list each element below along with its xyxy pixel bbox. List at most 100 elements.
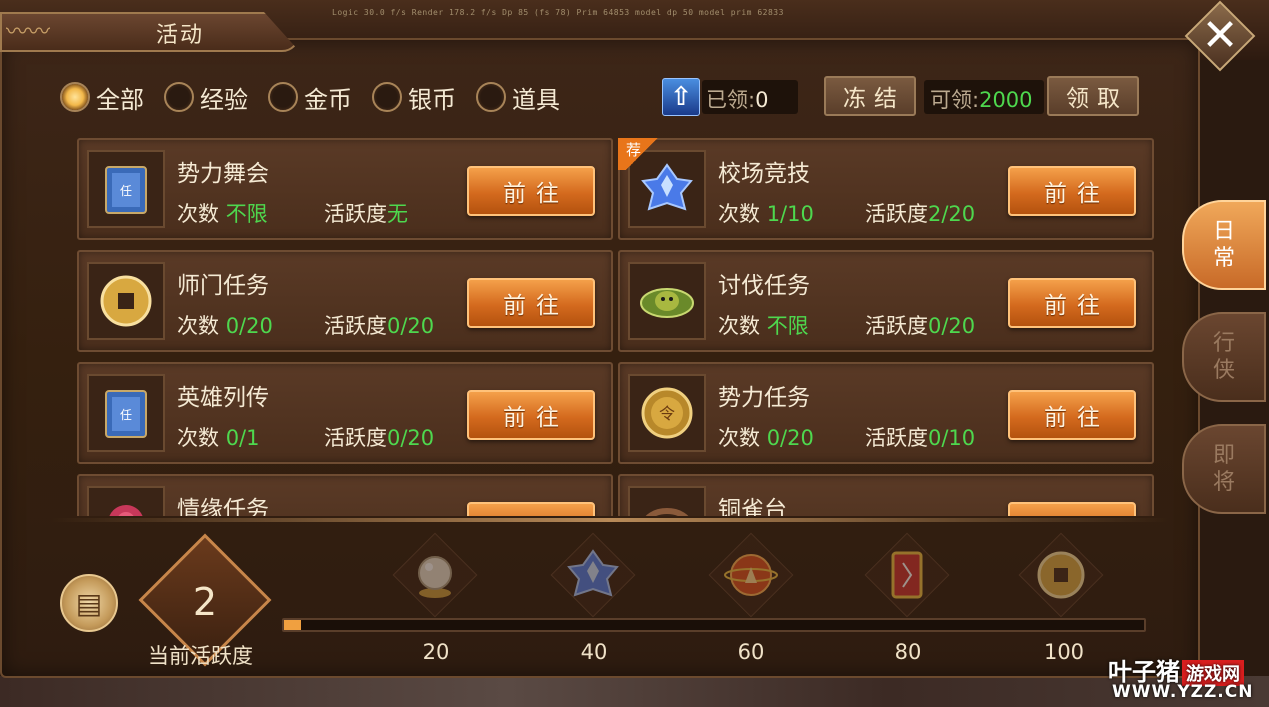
activity-count: 次数 0/20 [718, 422, 814, 452]
act-value: 0/20 [387, 426, 435, 450]
claimable-value: 2000 [979, 88, 1033, 112]
count-label: 次数 [718, 314, 760, 338]
tab-label: 日 [1212, 218, 1235, 244]
received-label: 已领: [706, 88, 756, 112]
tab-label: 将 [1212, 470, 1235, 495]
go-button[interactable]: 前往 [1008, 278, 1136, 328]
activity-activeness: 活跃度0/20 [324, 310, 434, 340]
watermark-url: WWW.YZZ.CN [1112, 682, 1254, 702]
reward-threshold: 100 [1043, 640, 1085, 664]
tab-daily[interactable]: 日 常 [1182, 200, 1266, 290]
dragon-icon [628, 262, 706, 340]
filter-silver[interactable]: 银币 [372, 80, 456, 115]
book-icon: 任 [87, 374, 165, 452]
activity-card: 铜雀台 前往 [618, 474, 1154, 516]
activity-count: 次数 1/10 [718, 198, 814, 228]
filter-label: 金币 [304, 85, 352, 114]
filter-exp[interactable]: 经验 [164, 80, 248, 115]
filter-item[interactable]: 道具 [476, 80, 560, 115]
medal-icon: 令 [628, 374, 706, 452]
activity-card: 任 英雄列传 次数 0/1 活跃度0/20 前往 [77, 362, 613, 464]
activity-activeness: 活跃度2/20 [865, 198, 975, 228]
go-button[interactable]: 前往 [467, 278, 595, 328]
act-label: 活跃度 [865, 314, 928, 338]
activity-name: 势力任务 [718, 385, 810, 411]
debug-overlay: Logic 30.0 f/s Render 178.2 f/s Dp 85 (f… [332, 8, 784, 17]
filter-label: 银币 [408, 85, 456, 114]
reward-threshold: 80 [894, 640, 922, 664]
tab-label: 即 [1212, 442, 1235, 468]
act-value: 2/20 [928, 202, 976, 226]
reward-chest-20[interactable] [390, 532, 480, 618]
activity-activeness: 活跃度0/10 [865, 422, 975, 452]
count-value: 0/1 [225, 426, 260, 450]
current-activeness-label: 当前活跃度 [148, 644, 253, 668]
tab-chivalry[interactable]: 行 侠 [1182, 312, 1266, 402]
activity-card: 情缘任务 前往 [77, 474, 613, 516]
activity-name: 铜雀台 [718, 497, 787, 516]
count-value: 不限 [766, 314, 809, 338]
filter-group: 全部 经验 金币 银币 道具 [60, 80, 580, 114]
act-label: 活跃度 [865, 426, 928, 450]
calendar-icon: ▤ [75, 586, 103, 620]
go-button[interactable]: 前往 [1008, 390, 1136, 440]
background-bottom [0, 676, 1269, 707]
activity-card: 任 势力舞会 次数 不限 活跃度无 前往 [77, 138, 613, 240]
count-label: 次数 [177, 202, 219, 226]
progress-fill [284, 620, 302, 630]
claimable-stat: 可领:2000 [930, 84, 1033, 114]
activity-card: 讨伐任务 次数 不限 活跃度0/20 前往 [618, 250, 1154, 352]
activity-list[interactable]: 任 势力舞会 次数 不限 活跃度无 前往 荐 校场竞技 次数 1/10 活跃度2… [63, 126, 1163, 516]
tab-label: 常 [1212, 246, 1235, 271]
count-label: 次数 [718, 426, 760, 450]
claim-button[interactable]: 领取 [1047, 76, 1139, 116]
count-label: 次数 [177, 426, 219, 450]
activity-card: 荐 校场竞技 次数 1/10 活跃度2/20 前往 [618, 138, 1154, 240]
reward-chest-60[interactable] [706, 532, 796, 618]
go-button[interactable]: 前往 [467, 390, 595, 440]
close-button[interactable]: ✕ [1184, 0, 1256, 72]
act-value: 0/20 [928, 314, 976, 338]
svg-text:任: 任 [120, 408, 132, 422]
received-value: 0 [755, 88, 769, 112]
act-value: 0/10 [928, 426, 976, 450]
activity-name: 势力舞会 [177, 161, 269, 187]
activity-name: 英雄列传 [177, 385, 269, 411]
activity-activeness: 活跃度0/20 [865, 310, 975, 340]
reward-chest-80[interactable] [862, 532, 952, 618]
divider [50, 518, 1170, 522]
reward-threshold: 20 [422, 640, 450, 664]
radio-icon [476, 82, 506, 112]
tab-upcoming[interactable]: 即 将 [1182, 424, 1266, 514]
received-stat: 已领:0 [706, 84, 768, 114]
go-button[interactable]: 前往 [1008, 502, 1136, 516]
filter-label: 经验 [200, 85, 248, 114]
close-icon: ✕ [1201, 10, 1239, 61]
go-button[interactable]: 前往 [467, 166, 595, 216]
reward-threshold: 40 [580, 640, 608, 664]
claimable-label: 可领: [930, 88, 980, 112]
filter-all[interactable]: 全部 [60, 80, 144, 115]
reward-chest-100[interactable] [1016, 532, 1106, 618]
go-button[interactable]: 前往 [467, 502, 595, 516]
reward-chest-40[interactable] [548, 532, 638, 618]
tab-label: 侠 [1212, 358, 1235, 383]
act-label: 活跃度 [324, 426, 387, 450]
count-value: 1/10 [766, 202, 814, 226]
book-icon: 任 [87, 150, 165, 228]
ring-icon [628, 486, 706, 516]
filter-gold[interactable]: 金币 [268, 80, 352, 115]
act-value: 无 [387, 202, 408, 226]
filter-label: 全部 [96, 85, 144, 114]
act-label: 活跃度 [324, 314, 387, 338]
rose-icon [87, 486, 165, 516]
activity-activeness: 活跃度无 [324, 198, 408, 228]
count-value: 0/20 [225, 314, 273, 338]
activity-count: 次数 不限 [177, 198, 268, 228]
radio-icon [60, 82, 90, 112]
activity-count: 次数 0/1 [177, 422, 259, 452]
calendar-button[interactable]: ▤ [60, 574, 118, 632]
go-button[interactable]: 前往 [1008, 166, 1136, 216]
page-title: 活动 [156, 23, 205, 48]
freeze-button[interactable]: 冻结 [824, 76, 916, 116]
